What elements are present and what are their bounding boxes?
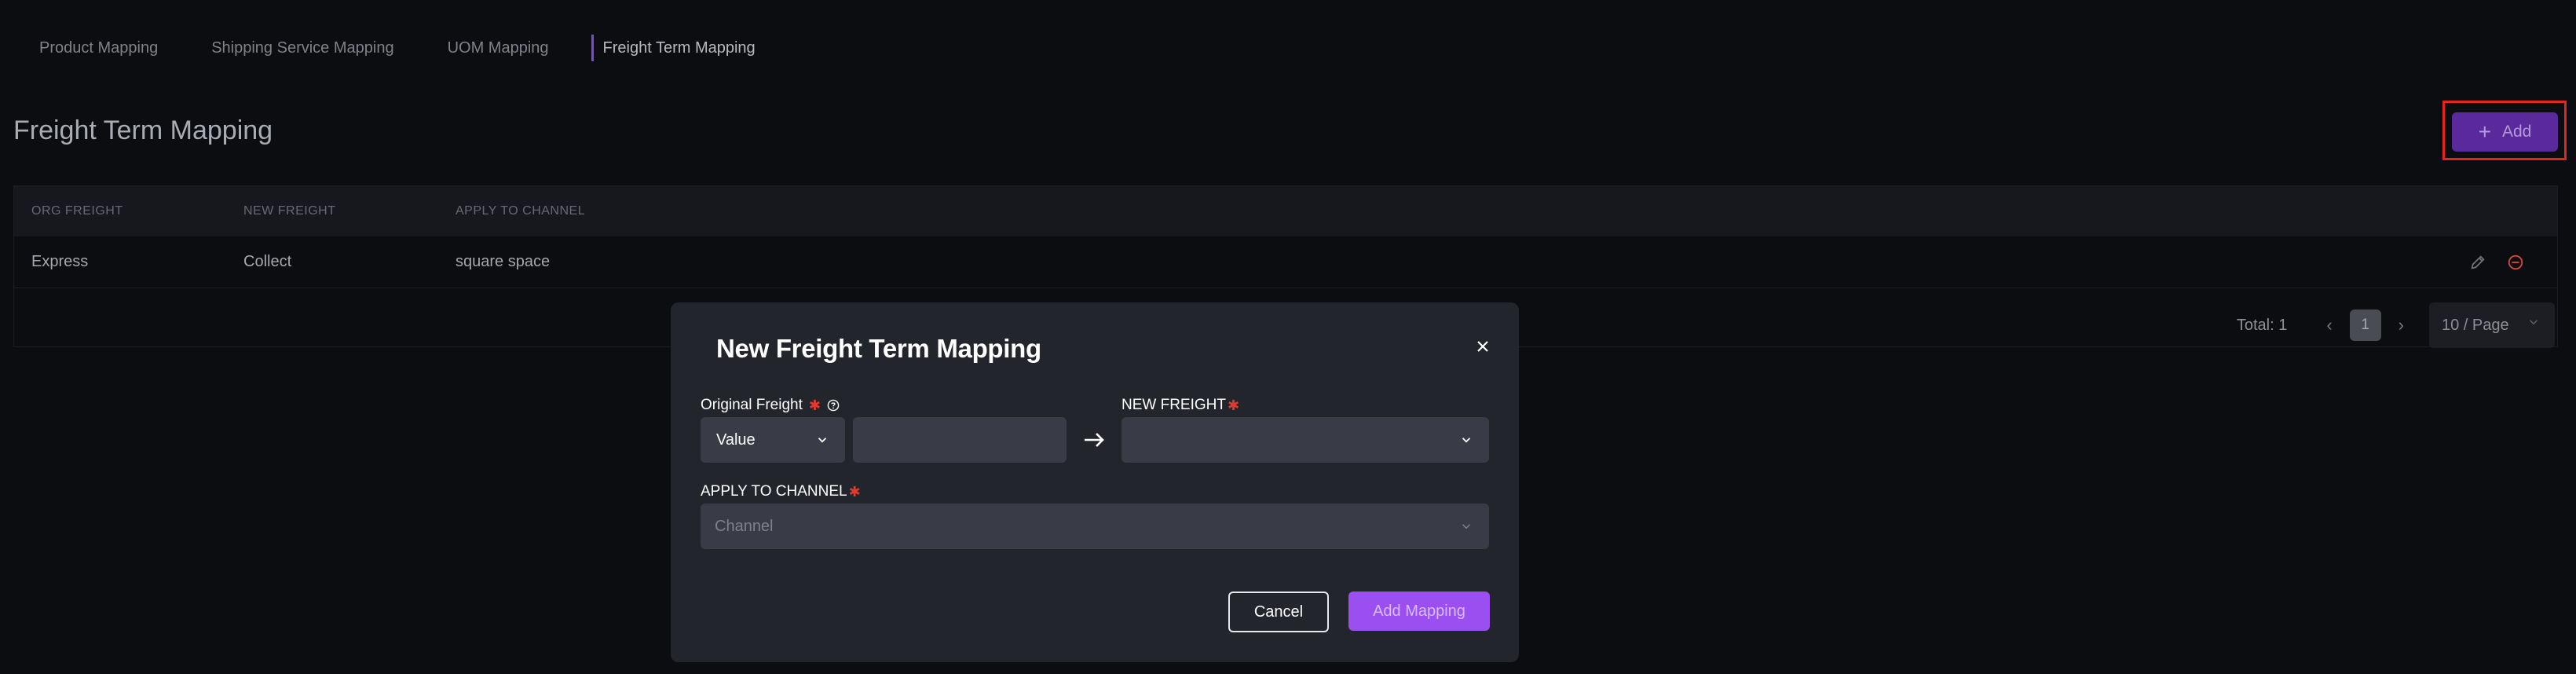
apply-to-channel-label-text: APPLY TO CHANNEL <box>701 483 847 500</box>
arrow-right-icon <box>1085 433 1104 447</box>
column-header-apply-to-channel: APPLY TO CHANNEL <box>456 204 586 218</box>
new-freight-select[interactable] <box>1122 417 1489 463</box>
original-freight-label: Original Freight ✱ <box>701 397 840 414</box>
cancel-button[interactable]: Cancel <box>1228 592 1329 632</box>
table-row: Express Collect square space <box>14 236 2557 288</box>
new-freight-label-text: NEW FREIGHT <box>1122 397 1226 413</box>
page-title: Freight Term Mapping <box>13 115 273 145</box>
original-freight-type-select[interactable]: Value <box>701 417 845 463</box>
pagination: Total: 1 ‹ 1 › 10 / Page <box>2237 301 2557 350</box>
pencil-icon[interactable] <box>2469 254 2486 271</box>
page-number[interactable]: 1 <box>2349 310 2381 341</box>
cell-org-freight: Express <box>31 253 89 270</box>
chevron-down-icon <box>2529 320 2538 325</box>
new-freight-term-mapping-dialog: New Freight Term Mapping Original Freigh… <box>671 302 1519 662</box>
page-size-value: 10 / Page <box>2442 316 2509 334</box>
required-asterisk-icon: ✱ <box>848 483 861 500</box>
page-size-select[interactable]: 10 / Page <box>2429 302 2555 348</box>
add-button-highlight: + Add <box>2442 101 2567 160</box>
mapping-tabs: Product Mapping Shipping Service Mapping… <box>38 35 807 61</box>
tab-uom-mapping[interactable]: UOM Mapping <box>446 35 549 61</box>
original-freight-input[interactable] <box>853 417 1067 463</box>
channel-select[interactable]: Channel <box>701 504 1489 549</box>
plus-icon: + <box>2478 119 2491 144</box>
required-asterisk-icon: ✱ <box>1228 397 1240 413</box>
channel-placeholder: Channel <box>715 517 774 535</box>
remove-circle-icon[interactable] <box>2507 254 2524 271</box>
original-freight-type-value: Value <box>716 430 756 449</box>
add-mapping-button[interactable]: Add Mapping <box>1348 592 1490 631</box>
add-button[interactable]: + Add <box>2452 112 2558 152</box>
tab-shipping-service-mapping[interactable]: Shipping Service Mapping <box>210 35 393 61</box>
cell-new-freight: Collect <box>243 253 292 270</box>
chevron-down-icon <box>1462 524 1471 529</box>
apply-to-channel-label: APPLY TO CHANNEL ✱ <box>701 483 861 500</box>
tab-product-mapping[interactable]: Product Mapping <box>38 35 158 61</box>
cell-apply-to-channel: square space <box>456 253 551 270</box>
table-header: ORG FREIGHT NEW FREIGHT APPLY TO CHANNEL <box>14 186 2557 236</box>
total-count: Total: 1 <box>2236 316 2288 334</box>
new-freight-label: NEW FREIGHT ✱ <box>1122 397 1239 414</box>
column-header-new-freight: NEW FREIGHT <box>243 204 336 218</box>
original-freight-label-text: Original Freight <box>701 397 803 413</box>
close-icon[interactable] <box>1475 339 1491 354</box>
tab-freight-term-mapping[interactable]: Freight Term Mapping <box>591 35 756 61</box>
add-button-label: Add <box>2501 123 2532 141</box>
help-circle-icon[interactable] <box>827 399 840 412</box>
chevron-down-icon <box>1462 438 1471 443</box>
row-actions <box>2469 254 2524 271</box>
chevron-down-icon <box>818 438 827 443</box>
required-asterisk-icon: ✱ <box>808 397 821 413</box>
column-header-org-freight: ORG FREIGHT <box>31 204 123 218</box>
dialog-title: New Freight Term Mapping <box>716 334 1041 363</box>
chevron-left-icon[interactable]: ‹ <box>2326 315 2332 335</box>
chevron-right-icon[interactable]: › <box>2399 315 2404 335</box>
